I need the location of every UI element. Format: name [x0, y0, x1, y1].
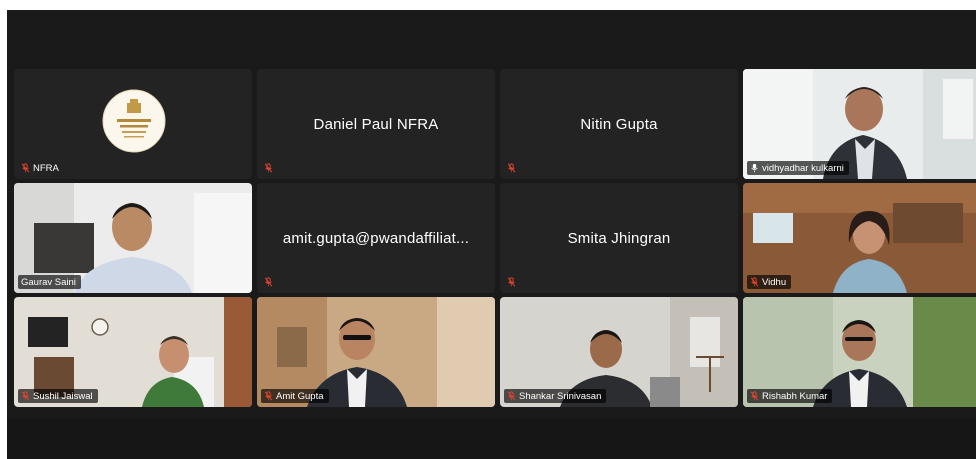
participant-label: NFRA — [18, 161, 64, 175]
muted-mic-icon — [264, 163, 273, 173]
muted-mic-icon — [264, 277, 273, 287]
muted-mic-icon — [750, 277, 759, 287]
participant-tile-vidhyadhar-kulkarni[interactable]: vidhyadhar kulkarni — [743, 69, 976, 179]
participant-grid: NFRA Daniel Paul NFRA Nitin Gupta vidhya… — [14, 69, 976, 421]
participant-tile-smita-jhingran[interactable]: Smita Jhingran — [500, 183, 738, 293]
participant-label: Gaurav Saini — [18, 275, 81, 289]
participant-label: Sushil Jaiswal — [18, 389, 98, 403]
meeting-toolbar — [7, 419, 976, 459]
participant-name: Shankar Srinivasan — [519, 390, 602, 402]
participant-label — [504, 161, 521, 175]
participant-label — [261, 275, 278, 289]
mic-icon — [751, 163, 758, 173]
participant-label — [261, 161, 278, 175]
participant-name: Gaurav Saini — [21, 276, 76, 288]
muted-mic-icon — [507, 277, 516, 287]
participant-tile-gaurav-saini[interactable]: Gaurav Saini — [14, 183, 252, 293]
participant-label: Shankar Srinivasan — [504, 389, 607, 403]
participant-tile-nitin-gupta[interactable]: Nitin Gupta — [500, 69, 738, 179]
muted-mic-icon — [21, 163, 30, 173]
participant-label: Vidhu — [747, 275, 792, 289]
participant-name: Vidhu — [762, 276, 787, 288]
participant-tile-nfra[interactable]: NFRA — [14, 69, 252, 179]
video-conference-window: NFRA Daniel Paul NFRA Nitin Gupta vidhya… — [7, 10, 976, 459]
participant-name: vidhyadhar kulkarni — [762, 162, 844, 174]
participant-label: Amit Gupta — [261, 389, 329, 403]
muted-mic-icon — [21, 391, 30, 401]
participant-name: NFRA — [33, 162, 59, 174]
participant-tile-sushil-jaiswal[interactable]: Sushil Jaiswal — [14, 297, 252, 407]
muted-mic-icon — [507, 163, 516, 173]
participant-label — [504, 275, 521, 289]
participant-name: Rishabh Kumar — [762, 390, 828, 402]
participant-tile-amit-gupta-email[interactable]: amit.gupta@pwandaffiliat... — [257, 183, 495, 293]
participant-name: Sushil Jaiswal — [33, 390, 93, 402]
muted-mic-icon — [507, 391, 516, 401]
participant-tile-rishabh-kumar[interactable]: Rishabh Kumar — [743, 297, 976, 407]
participant-label: vidhyadhar kulkarni — [747, 161, 849, 175]
participant-name-center: amit.gupta@pwandaffiliat... — [282, 229, 470, 247]
muted-mic-icon — [264, 391, 273, 401]
muted-mic-icon — [750, 391, 759, 401]
participant-name-center: Smita Jhingran — [567, 229, 671, 247]
participant-label: Rishabh Kumar — [747, 389, 833, 403]
participant-tile-daniel-paul[interactable]: Daniel Paul NFRA — [257, 69, 495, 179]
participant-name-center: Nitin Gupta — [580, 115, 658, 133]
participant-tile-amit-gupta[interactable]: Amit Gupta — [257, 297, 495, 407]
participant-tile-shankar-srinivasan[interactable]: Shankar Srinivasan — [500, 297, 738, 407]
participant-name-center: Daniel Paul NFRA — [313, 115, 439, 133]
participant-name: Amit Gupta — [276, 390, 324, 402]
participant-tile-vidhu[interactable]: Vidhu — [743, 183, 976, 293]
